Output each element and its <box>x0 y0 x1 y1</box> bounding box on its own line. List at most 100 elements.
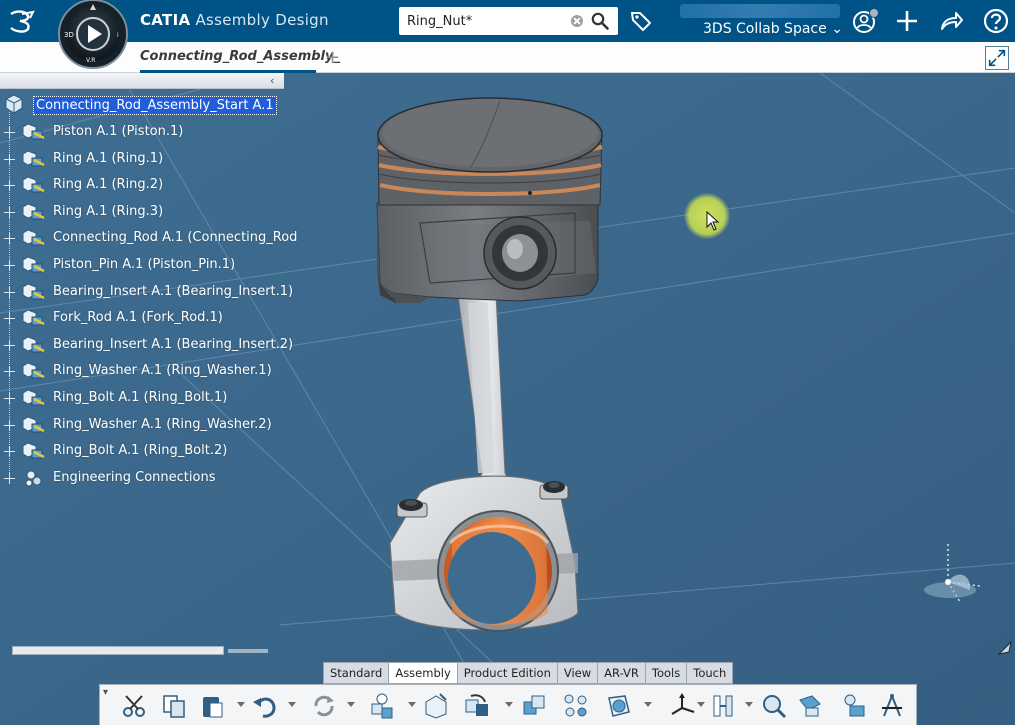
tree-item[interactable]: Ring_Bolt A.1 (Ring_Bolt.2) <box>0 439 290 463</box>
restore-view-icon[interactable] <box>985 46 1009 70</box>
tree-horizontal-scrollbar[interactable] <box>12 646 268 655</box>
expand-icon[interactable] <box>4 446 15 458</box>
part-instance-icon[interactable] <box>22 308 46 328</box>
part-instance-icon[interactable] <box>22 228 46 248</box>
part-instance-icon[interactable] <box>22 415 46 435</box>
constraints-icon[interactable] <box>710 692 738 720</box>
tree-item[interactable]: Ring A.1 (Ring.1) <box>0 147 290 171</box>
tree-item-label: Ring A.1 (Ring.3) <box>53 203 164 219</box>
measure-icon[interactable] <box>760 692 788 720</box>
part-instance-icon[interactable] <box>22 335 46 355</box>
expand-icon[interactable] <box>4 180 15 192</box>
update-icon[interactable] <box>310 692 338 720</box>
new-component-icon[interactable] <box>368 692 396 720</box>
part-instance-icon[interactable] <box>22 388 46 408</box>
expand-icon[interactable] <box>4 127 15 138</box>
app-name: Assembly Design <box>195 11 329 29</box>
engineering-connections-icon[interactable] <box>22 468 46 488</box>
action-tab[interactable]: Touch <box>687 662 734 684</box>
chevron-left-icon[interactable]: ‹ <box>270 74 274 87</box>
tag-icon[interactable] <box>629 9 653 33</box>
tree-item[interactable]: Ring_Washer A.1 (Ring_Washer.1) <box>0 359 290 383</box>
toolbar-grip-icon[interactable]: ▾ <box>103 687 108 698</box>
root-product-icon[interactable] <box>5 94 23 114</box>
tree-item[interactable]: Piston_Pin A.1 (Piston_Pin.1) <box>0 253 290 277</box>
dropdown-arrow-icon[interactable] <box>697 702 705 707</box>
structure-icon[interactable] <box>562 692 590 720</box>
action-tab[interactable]: View <box>557 662 599 684</box>
part-instance-icon[interactable] <box>22 282 46 302</box>
share-icon[interactable] <box>937 7 965 35</box>
part-instance-icon[interactable] <box>22 255 46 275</box>
action-tab[interactable]: Standard <box>323 662 390 684</box>
tree-item[interactable]: Connecting_Rod A.1 (Connecting_Rod <box>0 226 297 250</box>
tree-item[interactable]: Bearing_Insert A.1 (Bearing_Insert.2) <box>0 333 293 357</box>
dropdown-arrow-icon[interactable] <box>408 702 416 707</box>
tree-item[interactable]: Piston A.1 (Piston.1) <box>0 120 290 144</box>
tree-item[interactable]: Ring A.1 (Ring.3) <box>0 200 290 224</box>
help-icon[interactable] <box>982 7 1010 35</box>
action-tab[interactable]: Tools <box>645 662 688 684</box>
tree-item[interactable]: Ring_Washer A.1 (Ring_Washer.2) <box>0 413 290 437</box>
insert-existing-icon[interactable] <box>422 692 450 720</box>
dropdown-arrow-icon[interactable] <box>237 702 245 707</box>
expand-icon[interactable] <box>4 313 15 325</box>
dropdown-arrow-icon[interactable] <box>644 702 652 707</box>
expand-icon[interactable] <box>4 286 15 298</box>
part-instance-icon[interactable] <box>22 202 46 222</box>
tab-connecting-rod-assembly[interactable]: Connecting_Rod_Assembly_ <box>140 42 340 73</box>
tree-item[interactable]: Ring_Bolt A.1 (Ring_Bolt.1) <box>0 386 290 410</box>
collab-space-label: 3DS Collab Space <box>703 21 827 37</box>
search-icon[interactable] <box>591 12 609 30</box>
expand-icon[interactable] <box>4 419 15 431</box>
3ds-logo-icon[interactable] <box>8 9 36 33</box>
expand-icon[interactable] <box>4 153 15 165</box>
dropdown-arrow-icon[interactable] <box>505 702 513 707</box>
scrollbar-track[interactable] <box>228 649 268 653</box>
replace-icon[interactable] <box>463 692 491 720</box>
copy-icon[interactable] <box>160 692 188 720</box>
part-instance-icon[interactable] <box>22 175 46 195</box>
cut-icon[interactable] <box>120 692 148 720</box>
action-tab[interactable]: Product Edition <box>457 662 558 684</box>
action-tab[interactable]: AR-VR <box>598 662 646 684</box>
expand-icon[interactable] <box>4 233 15 245</box>
compass-tool-icon[interactable] <box>668 692 696 720</box>
part-instance-icon[interactable] <box>22 361 46 381</box>
scrollbar-thumb[interactable] <box>12 646 224 655</box>
search-input[interactable] <box>407 11 567 31</box>
user-icon[interactable] <box>851 7 879 35</box>
tree-root-label[interactable]: Connecting_Rod_Assembly_Start A.1 <box>33 96 277 115</box>
part-instance-icon[interactable] <box>22 149 46 169</box>
part-instance-icon[interactable] <box>22 441 46 461</box>
clear-search-icon[interactable] <box>571 15 583 27</box>
section-icon[interactable] <box>605 692 633 720</box>
expand-icon[interactable] <box>4 366 15 378</box>
paste-icon[interactable] <box>198 692 226 720</box>
view-triad-icon[interactable] <box>920 540 990 610</box>
action-tab[interactable]: Assembly <box>389 662 458 684</box>
expand-icon[interactable] <box>4 339 15 351</box>
dropdown-arrow-icon[interactable] <box>745 702 753 707</box>
expand-icon[interactable] <box>4 206 15 218</box>
analysis-icon[interactable] <box>840 692 868 720</box>
add-tab-icon[interactable]: + <box>325 47 340 68</box>
plus-icon[interactable] <box>893 7 921 35</box>
explode-icon[interactable] <box>520 692 548 720</box>
expand-icon[interactable] <box>4 260 15 271</box>
tree-item[interactable]: Bearing_Insert A.1 (Bearing_Insert.1) <box>0 280 293 304</box>
tree-item[interactable]: Engineering Connections <box>0 466 290 490</box>
robot-icon[interactable] <box>878 692 906 720</box>
dropdown-arrow-icon[interactable] <box>288 702 296 707</box>
expand-icon[interactable] <box>4 393 15 404</box>
tree-collapse-bar[interactable]: ‹ <box>0 73 284 89</box>
compass-icon[interactable]: 3D V.R i <box>56 0 130 70</box>
dropdown-arrow-icon[interactable] <box>347 702 355 707</box>
expand-icon[interactable] <box>4 472 15 484</box>
collab-space-selector[interactable]: 3DS Collab Space ⌄ <box>703 21 843 37</box>
clash-icon[interactable] <box>796 692 824 720</box>
undo-icon[interactable] <box>250 692 278 720</box>
tree-item[interactable]: Ring A.1 (Ring.2) <box>0 173 290 197</box>
tree-item[interactable]: Fork_Rod A.1 (Fork_Rod.1) <box>0 306 290 330</box>
part-instance-icon[interactable] <box>22 122 46 142</box>
